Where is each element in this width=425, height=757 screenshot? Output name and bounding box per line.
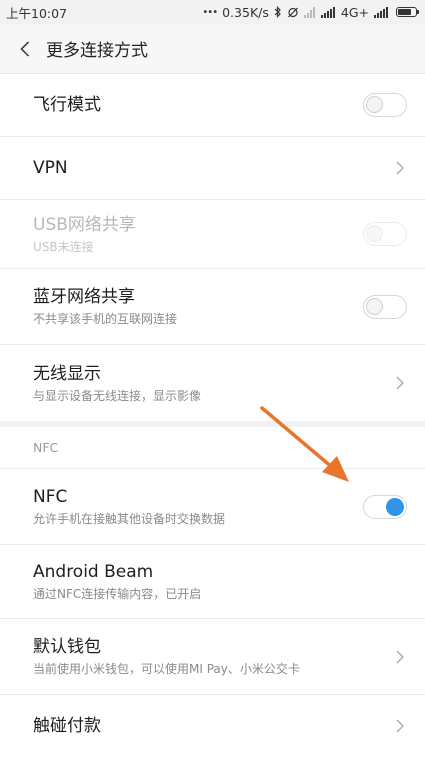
more-dots: ••• xyxy=(202,6,218,18)
switch-knob xyxy=(366,96,383,113)
chevron-right-icon xyxy=(393,719,407,733)
signal-strength-icon xyxy=(320,6,336,18)
nfc-switch[interactable] xyxy=(363,494,407,519)
default-wallet-sub: 当前使用小米钱包，可以使用MI Pay、小米公交卡 xyxy=(33,662,300,676)
airplane-mode-row[interactable]: 飞行模式 xyxy=(0,74,425,137)
usb-tethering-switch xyxy=(363,222,407,246)
vpn-row[interactable]: VPN xyxy=(0,137,425,200)
nfc-sub: 允许手机在接触其他设备时交换数据 xyxy=(33,512,226,526)
airplane-mode-switch[interactable] xyxy=(363,93,407,117)
alarm-off-icon xyxy=(287,6,299,18)
bluetooth-icon xyxy=(274,6,282,18)
airplane-mode-label: 飞行模式 xyxy=(33,95,101,115)
tap-to-pay-label: 触碰付款 xyxy=(33,716,101,736)
default-wallet-label: 默认钱包 xyxy=(33,637,101,657)
status-time: 上午10:07 xyxy=(6,5,68,21)
android-beam-label: Android Beam xyxy=(33,562,154,582)
vpn-texts: VPN xyxy=(33,157,393,179)
status-indicators: ••• 0.35K/s 4G+ xyxy=(202,4,419,20)
wireless-display-sub: 与显示设备无线连接，显示影像 xyxy=(33,388,202,403)
chevron-right-icon xyxy=(393,161,407,175)
nfc-row[interactable]: NFC 允许手机在接触其他设备时交换数据 xyxy=(0,469,425,545)
tap-to-pay-texts: 触碰付款 xyxy=(33,715,393,737)
chevron-right-icon xyxy=(393,376,407,390)
switch-knob xyxy=(386,497,404,516)
nfc-section-header: NFC xyxy=(0,427,425,469)
chevron-right-icon xyxy=(393,650,407,664)
bluetooth-tethering-switch[interactable] xyxy=(363,294,407,319)
usb-tethering-sub: USB未连接 xyxy=(33,239,94,254)
android-beam-texts: Android Beam 通过NFC连接传输内容，已开启 xyxy=(33,561,407,602)
bluetooth-tethering-row[interactable]: 蓝牙网络共享 不共享该手机的互联网连接 xyxy=(0,269,425,345)
android-beam-row[interactable]: Android Beam 通过NFC连接传输内容，已开启 xyxy=(0,545,425,619)
network-type: 4G+ xyxy=(340,4,369,20)
tap-to-pay-row[interactable]: 触碰付款 xyxy=(0,695,425,757)
android-beam-sub: 通过NFC连接传输内容，已开启 xyxy=(33,587,202,601)
bluetooth-tethering-sub: 不共享该手机的互联网连接 xyxy=(33,312,178,326)
nfc-label: NFC xyxy=(33,487,68,507)
airplane-mode-texts: 飞行模式 xyxy=(33,94,363,116)
default-wallet-texts: 默认钱包 当前使用小米钱包，可以使用MI Pay、小米公交卡 xyxy=(33,636,393,677)
battery-icon xyxy=(396,7,419,17)
usb-tethering-label: USB网络共享 xyxy=(33,214,136,235)
vpn-label: VPN xyxy=(33,158,68,178)
signal-icon xyxy=(303,6,316,18)
header: 更多连接方式 xyxy=(0,24,425,74)
page-title: 更多连接方式 xyxy=(46,41,148,61)
signal-strength-icon-2 xyxy=(374,6,389,18)
usb-tethering-texts: USB网络共享 USB未连接 xyxy=(33,214,363,255)
wireless-display-label: 无线显示 xyxy=(33,363,101,384)
wireless-display-row[interactable]: 无线显示 与显示设备无线连接，显示影像 xyxy=(0,345,425,421)
network-speed: 0.35K/s xyxy=(222,4,269,20)
default-wallet-row[interactable]: 默认钱包 当前使用小米钱包，可以使用MI Pay、小米公交卡 xyxy=(0,619,425,695)
usb-tethering-row: USB网络共享 USB未连接 xyxy=(0,200,425,269)
bluetooth-tethering-texts: 蓝牙网络共享 不共享该手机的互联网连接 xyxy=(33,286,363,327)
wireless-display-texts: 无线显示 与显示设备无线连接，显示影像 xyxy=(33,363,393,404)
back-chevron-icon[interactable] xyxy=(14,38,36,60)
status-bar: 上午10:07 ••• 0.35K/s 4G+ xyxy=(0,0,425,24)
nfc-texts: NFC 允许手机在接触其他设备时交换数据 xyxy=(33,486,363,527)
switch-knob xyxy=(366,225,383,242)
switch-knob xyxy=(366,297,383,315)
bluetooth-tethering-label: 蓝牙网络共享 xyxy=(33,287,135,307)
